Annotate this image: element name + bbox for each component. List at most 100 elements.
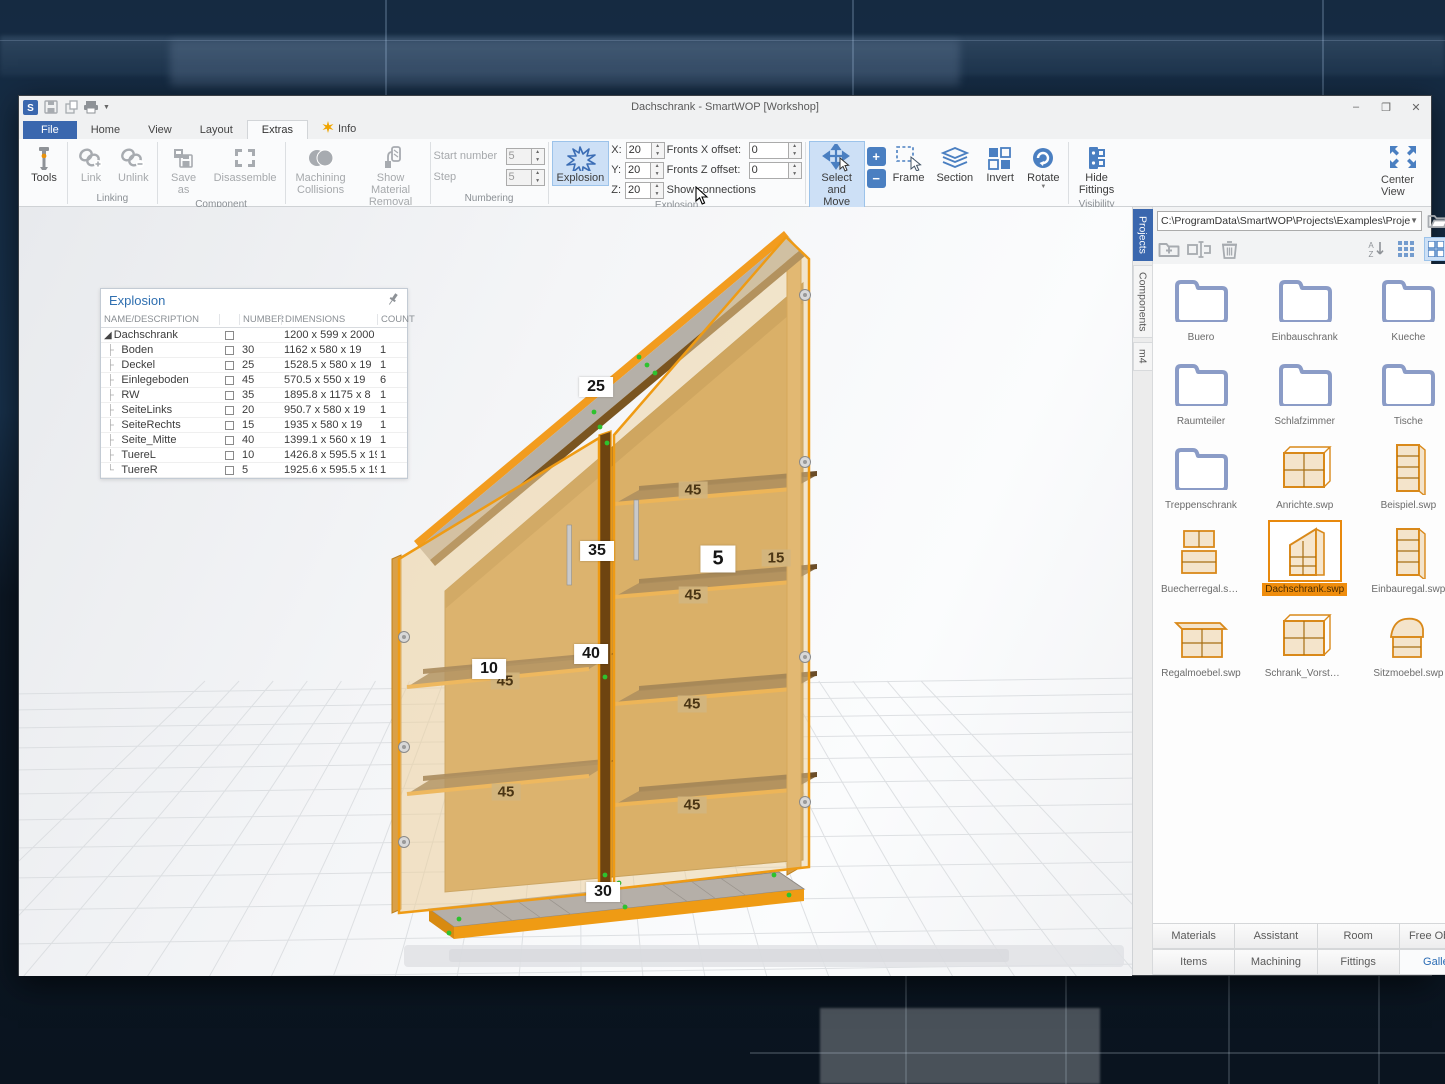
delete-icon[interactable] xyxy=(1217,237,1241,261)
gallery-component[interactable]: Dachschrank.swp xyxy=(1261,522,1349,596)
svg-text:Z: Z xyxy=(1369,250,1374,258)
bottom-tab-items[interactable]: Items xyxy=(1153,949,1235,975)
row-checkbox[interactable] xyxy=(225,391,234,400)
row-checkbox[interactable] xyxy=(225,346,234,355)
explosion-table-row[interactable]: ├ Boden301162 x 580 x 191 xyxy=(101,343,407,358)
gallery-component[interactable]: Beispiel.swp xyxy=(1364,438,1445,512)
unlink-button[interactable]: Unlink xyxy=(113,141,154,186)
explosion-table-row[interactable]: ├ Seite_Mitte401399.1 x 560 x 191 xyxy=(101,433,407,448)
close-button[interactable]: ✕ xyxy=(1401,97,1431,117)
hide-fittings-button[interactable]: Hide Fittings xyxy=(1072,141,1122,198)
x-spinner[interactable]: ▲▼ xyxy=(626,142,665,159)
step-spinner[interactable]: ▲▼ xyxy=(506,169,545,186)
tab-view[interactable]: View xyxy=(134,121,186,139)
gallery-folder[interactable]: Einbauschrank xyxy=(1261,270,1349,344)
disassemble-button[interactable]: Disassemble xyxy=(209,141,282,186)
explosion-table-row[interactable]: ├ Einlegeboden45570.5 x 550 x 196 xyxy=(101,373,407,388)
row-checkbox[interactable] xyxy=(225,406,234,415)
section-button[interactable]: Section xyxy=(931,141,978,186)
bottom-tab-room[interactable]: Room xyxy=(1318,923,1400,949)
ribbon-group-component: Save as Disassemble Component xyxy=(158,140,285,206)
bottom-tab-fittings[interactable]: Fittings xyxy=(1318,949,1400,975)
tab-extras[interactable]: Extras xyxy=(247,120,308,139)
machining-collisions-button[interactable]: Machining Collisions xyxy=(289,141,353,198)
sidebar-tab-m4[interactable]: m4 xyxy=(1133,342,1153,371)
rotate-button[interactable]: Rotate▼ xyxy=(1022,141,1064,193)
open-folder-icon[interactable] xyxy=(1426,209,1445,233)
bottom-tab-free-objects[interactable]: Free Objects xyxy=(1400,923,1445,949)
new-folder-icon[interactable] xyxy=(1157,237,1181,261)
sidebar-tab-components[interactable]: Components xyxy=(1133,265,1153,339)
medium-icons-view-icon[interactable] xyxy=(1424,237,1445,261)
start-number-spinner[interactable]: ▲▼ xyxy=(506,148,545,165)
minimize-button[interactable]: – xyxy=(1341,97,1371,117)
tab-file[interactable]: File xyxy=(23,121,77,139)
sidebar-tab-projects[interactable]: Projects xyxy=(1133,209,1153,261)
rename-icon[interactable] xyxy=(1187,237,1211,261)
pin-icon[interactable] xyxy=(387,292,399,309)
row-checkbox[interactable] xyxy=(225,466,234,475)
title-bar: S ▼ Dachschrank - SmartWOP [Workshop] – … xyxy=(19,96,1431,118)
part-number-label: 15 xyxy=(762,550,791,567)
explosion-table-row[interactable]: ├ SeiteLinks20950.7 x 580 x 191 xyxy=(101,403,407,418)
row-checkbox[interactable] xyxy=(225,436,234,445)
section-icon xyxy=(940,145,970,171)
zoom-out-button[interactable]: − xyxy=(867,169,886,188)
row-checkbox[interactable] xyxy=(225,361,234,370)
bottom-tab-assistant[interactable]: Assistant xyxy=(1235,923,1317,949)
sort-az-icon[interactable]: AZ xyxy=(1364,237,1388,261)
application-window: S ▼ Dachschrank - SmartWOP [Workshop] – … xyxy=(18,95,1432,976)
zoom-in-button[interactable]: + xyxy=(867,147,886,166)
select-and-move-button[interactable]: Select and Move xyxy=(809,141,865,210)
explosion-table-row[interactable]: ├ SeiteRechts151935 x 580 x 191 xyxy=(101,418,407,433)
row-checkbox[interactable] xyxy=(225,376,234,385)
gallery-folder[interactable]: Raumteiler xyxy=(1157,354,1245,428)
small-icons-view-icon[interactable] xyxy=(1394,237,1418,261)
bottom-tab-gallery[interactable]: Gallery xyxy=(1400,949,1445,975)
y-spinner[interactable]: ▲▼ xyxy=(625,162,664,179)
fronts-x-spinner[interactable]: ▲▼ xyxy=(749,142,802,159)
gallery-component[interactable]: Buecherregal.swp xyxy=(1157,522,1245,596)
frame-button[interactable]: Frame xyxy=(888,141,930,186)
gallery-component[interactable]: Einbauregal.swp xyxy=(1364,522,1445,596)
svg-text:A: A xyxy=(1368,241,1374,250)
explosion-table-row[interactable]: ├ TuereL101426.8 x 595.5 x 191 xyxy=(101,448,407,463)
gallery-component[interactable]: Regalmoebel.swp xyxy=(1157,606,1245,680)
center-view-button[interactable]: Center View xyxy=(1381,144,1425,199)
project-path-combo[interactable]: C:\ProgramData\SmartWOP\Projects\Example… xyxy=(1157,211,1422,231)
explosion-table-row[interactable]: ◢Dachschrank1200 x 599 x 2000 xyxy=(101,328,407,343)
show-connections-label[interactable]: Show connections xyxy=(667,184,756,196)
viewport-3d[interactable]: 2535515454545454545104030 Explosion NAME… xyxy=(19,207,1132,976)
gallery-component[interactable]: Sitzmoebel.swp xyxy=(1364,606,1445,680)
tab-layout[interactable]: Layout xyxy=(186,121,247,139)
row-checkbox[interactable] xyxy=(225,421,234,430)
invert-button[interactable]: Invert xyxy=(980,141,1020,186)
gallery-folder[interactable]: Buero xyxy=(1157,270,1245,344)
gallery-folder[interactable]: Kueche xyxy=(1364,270,1445,344)
tab-home[interactable]: Home xyxy=(77,121,134,139)
tab-info[interactable]: Info xyxy=(308,118,370,139)
z-spinner[interactable]: ▲▼ xyxy=(625,182,664,199)
row-checkbox[interactable] xyxy=(225,331,234,340)
bottom-tab-materials[interactable]: Materials xyxy=(1153,923,1235,949)
explosion-table-row[interactable]: ├ RW351895.8 x 1175 x 81 xyxy=(101,388,407,403)
link-button[interactable]: Link xyxy=(71,141,111,186)
gallery-component[interactable]: Anrichte.swp xyxy=(1261,438,1349,512)
save-as-button[interactable]: Save as xyxy=(161,141,207,198)
machining-collisions-icon xyxy=(306,145,336,171)
tools-button[interactable]: Tools xyxy=(24,141,64,186)
show-material-removal-button[interactable]: Show Material Removal xyxy=(355,141,427,210)
gallery-folder[interactable]: Tische xyxy=(1364,354,1445,428)
gallery-folder[interactable]: Schlafzimmer xyxy=(1261,354,1349,428)
explosion-button[interactable]: Explosion xyxy=(552,141,610,186)
window-title: Dachschrank - SmartWOP [Workshop] xyxy=(19,101,1431,113)
explosion-table-row[interactable]: ├ Deckel251528.5 x 580 x 191 xyxy=(101,358,407,373)
gallery-folder[interactable]: Treppenschrank xyxy=(1157,438,1245,512)
restore-button[interactable]: ❐ xyxy=(1371,97,1401,117)
cabinet-thumbnail-icon xyxy=(1270,522,1340,580)
row-checkbox[interactable] xyxy=(225,451,234,460)
explosion-table-row[interactable]: └ TuereR51925.6 x 595.5 x 191 xyxy=(101,463,407,478)
bottom-tab-machining[interactable]: Machining xyxy=(1235,949,1317,975)
gallery-component[interactable]: Schrank_Vorstellun... xyxy=(1261,606,1349,680)
fronts-z-spinner[interactable]: ▲▼ xyxy=(749,162,802,179)
